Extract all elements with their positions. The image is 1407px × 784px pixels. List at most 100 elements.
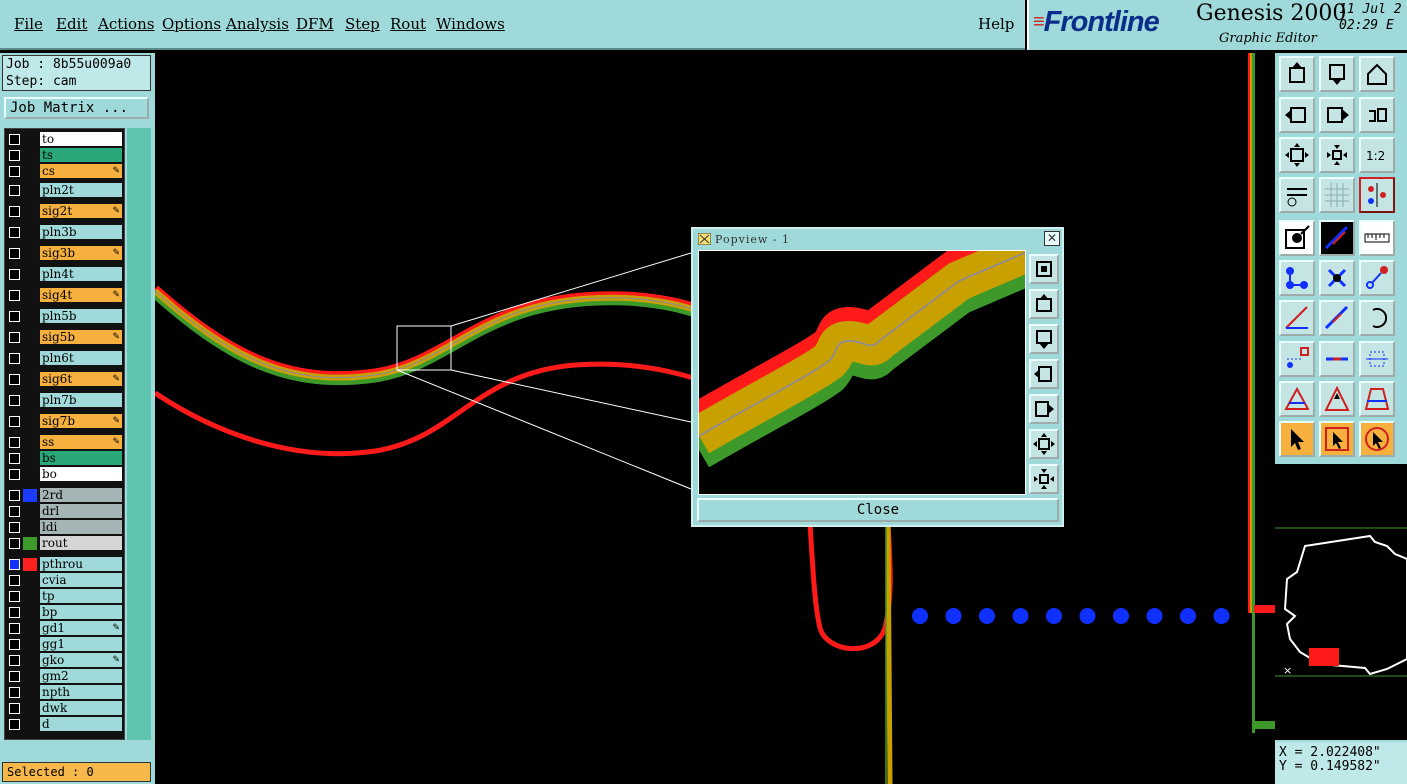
popview-zoom-fit-button[interactable] [1029, 254, 1059, 284]
layer-checkbox[interactable] [9, 522, 20, 533]
layer-checkbox[interactable] [9, 671, 20, 682]
layer-checkbox[interactable] [9, 416, 20, 427]
layer-name[interactable]: bo [40, 467, 122, 481]
layer-checkbox[interactable] [9, 134, 20, 145]
via-pad[interactable] [1079, 608, 1096, 624]
horizontal-line-icon[interactable] [1319, 341, 1355, 377]
layer-checkbox[interactable] [9, 437, 20, 448]
layer-row-sig7b[interactable]: sig7b ✎ [5, 414, 124, 429]
layer-name[interactable]: rout [40, 536, 122, 550]
layer-row-2rd[interactable]: #1a3cff 2rd [5, 488, 124, 503]
layer-checkbox[interactable] [9, 639, 20, 650]
layer-name[interactable]: pln3b [40, 225, 122, 239]
layer-row-tp[interactable]: tp [5, 589, 124, 604]
layer-name[interactable]: ldi [40, 520, 122, 534]
layer-row-ldi[interactable]: ldi [5, 520, 124, 535]
layer-name[interactable]: pln6t [40, 351, 122, 365]
layer-checkbox[interactable] [9, 607, 20, 618]
layer-name[interactable]: pln7b [40, 393, 122, 407]
angle-line-icon[interactable] [1279, 300, 1315, 336]
layer-row-pln2t[interactable]: pln2t [5, 183, 124, 198]
via-pad[interactable] [1113, 608, 1129, 624]
layer-checkbox[interactable] [9, 703, 20, 714]
layer-name[interactable]: pln4t [40, 267, 122, 281]
layer-name[interactable]: gm2 [40, 669, 122, 683]
popview-zoom-out-button[interactable] [1029, 429, 1059, 459]
popview-close-button[interactable]: Close [697, 498, 1059, 522]
layer-row-cs[interactable]: cs ✎ [5, 164, 124, 179]
pan-left-icon[interactable] [1279, 97, 1315, 133]
pan-down-icon[interactable] [1319, 56, 1355, 92]
triangle-arrow-icon[interactable] [1319, 381, 1355, 417]
layer-name[interactable]: cvia [40, 573, 122, 587]
menu-edit[interactable]: Edit [56, 15, 87, 33]
layer-name[interactable]: sig3b ✎ [40, 246, 122, 260]
layer-checkbox[interactable] [9, 185, 20, 196]
layer-checkbox[interactable] [9, 150, 20, 161]
scale-one-to-two-icon[interactable]: 1:2 [1359, 137, 1395, 173]
layer-row-bs[interactable]: bs [5, 451, 124, 466]
layer-row-ts[interactable]: ts [5, 148, 124, 163]
layer-checkbox[interactable] [9, 227, 20, 238]
close-icon[interactable]: ✕ [1044, 231, 1060, 246]
via-pad[interactable] [979, 608, 995, 624]
layer-checkbox[interactable] [9, 290, 20, 301]
layer-row-ss[interactable]: ss ✎ [5, 435, 124, 450]
layer-name[interactable]: bp [40, 605, 122, 619]
layer-name[interactable]: pthrou [40, 557, 122, 571]
layer-name[interactable]: npth [40, 685, 122, 699]
layer-row-bp[interactable]: bp [5, 605, 124, 620]
layer-checkbox[interactable] [9, 332, 20, 343]
via-pad[interactable] [1012, 608, 1029, 624]
arc-pad-icon[interactable] [1359, 260, 1395, 296]
layer-row-sig5b[interactable]: sig5b ✎ [5, 330, 124, 345]
layer-name[interactable]: gd1 ✎ [40, 621, 122, 635]
layer-row-sig6t[interactable]: sig6t ✎ [5, 372, 124, 387]
layer-name[interactable]: gg1 [40, 637, 122, 651]
layer-checkbox[interactable] [9, 248, 20, 259]
popview-pan-up-button[interactable] [1029, 289, 1059, 319]
undo-view-icon[interactable] [1359, 97, 1395, 133]
menu-actions[interactable]: Actions [98, 15, 154, 33]
layer-checkbox[interactable] [9, 591, 20, 602]
layer-checkbox[interactable] [9, 269, 20, 280]
layer-checkbox[interactable] [9, 490, 20, 501]
menu-help[interactable]: Help [978, 15, 1014, 33]
snap-icon[interactable] [1359, 177, 1395, 213]
zoom-home-icon[interactable] [1279, 56, 1315, 92]
layer-row-pln7b[interactable]: pln7b [5, 393, 124, 408]
layer-row-cvia[interactable]: cvia [5, 573, 124, 588]
layer-checkbox[interactable] [9, 395, 20, 406]
menu-step[interactable]: Step [345, 15, 380, 33]
layer-row-drl[interactable]: drl [5, 504, 124, 519]
layer-name[interactable]: sig5b ✎ [40, 330, 122, 344]
layer-row-to[interactable]: to [5, 132, 124, 147]
layer-row-pthrou[interactable]: #ff2020 pthrou [5, 557, 124, 572]
layer-checkbox[interactable] [9, 374, 20, 385]
settings-tools-icon[interactable] [1279, 177, 1315, 213]
trapezoid-tool-icon[interactable] [1359, 381, 1395, 417]
layer-name[interactable]: to [40, 132, 122, 146]
via-pad[interactable] [1146, 608, 1163, 624]
layer-row-gg1[interactable]: gg1 [5, 637, 124, 652]
layer-row-sig2t[interactable]: sig2t ✎ [5, 204, 124, 219]
layer-name[interactable]: drl [40, 504, 122, 518]
menu-windows[interactable]: Windows [436, 15, 505, 33]
pan-right-icon[interactable] [1319, 97, 1355, 133]
menu-options[interactable]: Options [162, 15, 221, 33]
layer-row-d[interactable]: d [5, 717, 124, 732]
line-draw-icon[interactable] [1319, 220, 1355, 256]
grid-icon[interactable] [1319, 177, 1355, 213]
via-pad[interactable] [945, 608, 962, 624]
layer-name[interactable]: ss ✎ [40, 435, 122, 449]
layer-checkbox[interactable] [9, 575, 20, 586]
cross-pad-icon[interactable] [1319, 260, 1355, 296]
layer-name[interactable]: tp [40, 589, 122, 603]
layer-row-rout[interactable]: #3d9a2a rout [5, 536, 124, 551]
select-circle-pointer-icon[interactable] [1359, 421, 1395, 457]
layer-name[interactable]: sig7b ✎ [40, 414, 122, 428]
home-view-icon[interactable] [1359, 56, 1395, 92]
layer-checkbox[interactable] [9, 538, 20, 549]
layer-name[interactable]: bs [40, 451, 122, 465]
layer-name[interactable]: ts [40, 148, 122, 162]
